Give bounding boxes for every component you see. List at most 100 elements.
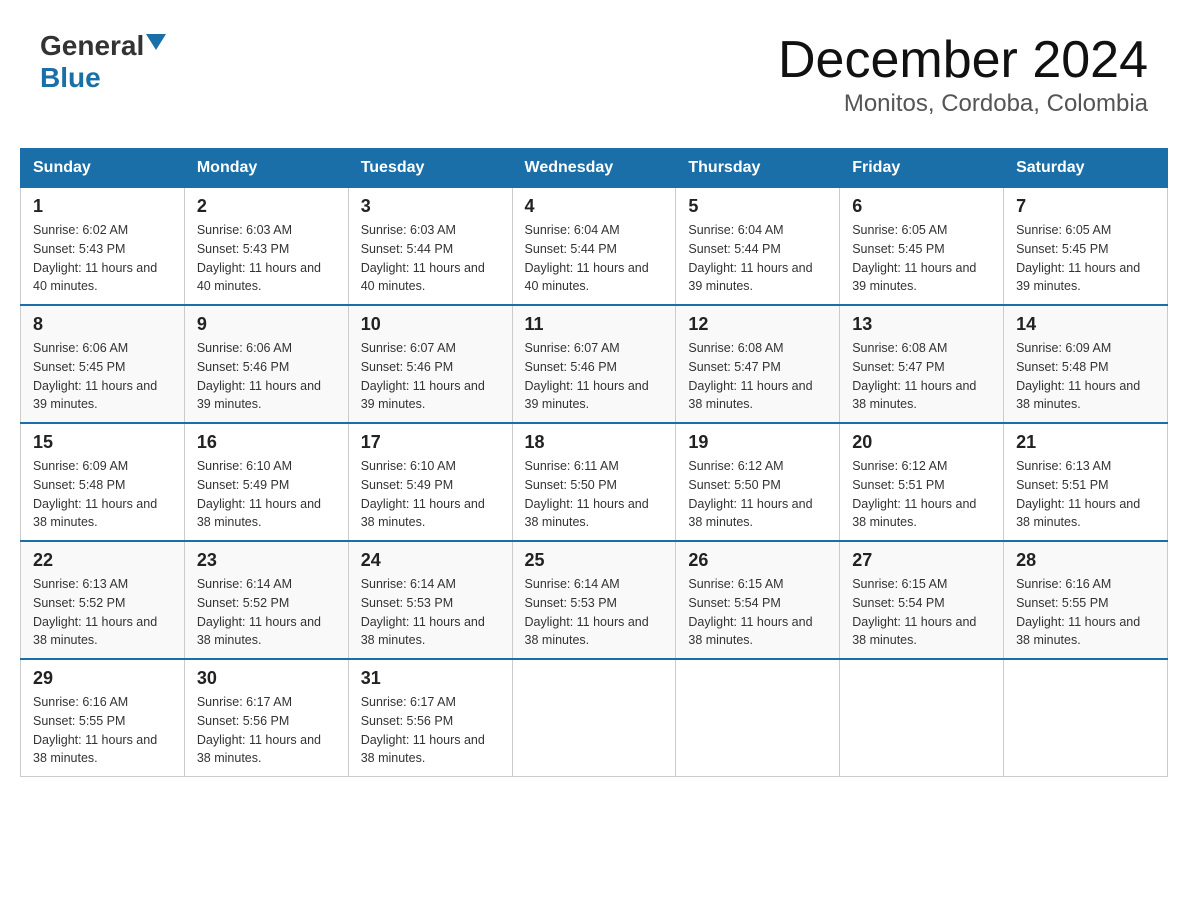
calendar-cell: 27 Sunrise: 6:15 AMSunset: 5:54 PMDayligh… (840, 541, 1004, 659)
day-number: 1 (33, 196, 172, 217)
day-info: Sunrise: 6:06 AMSunset: 5:45 PMDaylight:… (33, 339, 172, 414)
calendar-cell: 10 Sunrise: 6:07 AMSunset: 5:46 PMDayligh… (348, 305, 512, 423)
day-info: Sunrise: 6:02 AMSunset: 5:43 PMDaylight:… (33, 221, 172, 296)
col-header-saturday: Saturday (1004, 149, 1168, 188)
day-number: 30 (197, 668, 336, 689)
day-info: Sunrise: 6:05 AMSunset: 5:45 PMDaylight:… (1016, 221, 1155, 296)
calendar-cell: 2Sunrise: 6:03 AMSunset: 5:43 PMDaylight… (184, 188, 348, 306)
col-header-thursday: Thursday (676, 149, 840, 188)
day-info: Sunrise: 6:15 AMSunset: 5:54 PMDaylight:… (688, 575, 827, 650)
day-info: Sunrise: 6:14 AMSunset: 5:52 PMDaylight:… (197, 575, 336, 650)
day-number: 15 (33, 432, 172, 453)
calendar-cell: 14 Sunrise: 6:09 AMSunset: 5:48 PMDayligh… (1004, 305, 1168, 423)
calendar-cell: 9 Sunrise: 6:06 AMSunset: 5:46 PMDaylight… (184, 305, 348, 423)
calendar-cell: 13 Sunrise: 6:08 AMSunset: 5:47 PMDayligh… (840, 305, 1004, 423)
day-info: Sunrise: 6:03 AMSunset: 5:43 PMDaylight:… (197, 221, 336, 296)
title-block: December 2024 Monitos, Cordoba, Colombia (778, 30, 1148, 118)
day-info: Sunrise: 6:12 AMSunset: 5:50 PMDaylight:… (688, 457, 827, 532)
calendar-cell: 7 Sunrise: 6:05 AMSunset: 5:45 PMDaylight… (1004, 188, 1168, 306)
day-info: Sunrise: 6:10 AMSunset: 5:49 PMDaylight:… (197, 457, 336, 532)
calendar-cell (1004, 659, 1168, 777)
calendar-cell: 3Sunrise: 6:03 AMSunset: 5:44 PMDaylight… (348, 188, 512, 306)
day-info: Sunrise: 6:07 AMSunset: 5:46 PMDaylight:… (361, 339, 500, 414)
day-info: Sunrise: 6:04 AMSunset: 5:44 PMDaylight:… (525, 221, 664, 296)
day-info: Sunrise: 6:11 AMSunset: 5:50 PMDaylight:… (525, 457, 664, 532)
calendar-week-row: 8 Sunrise: 6:06 AMSunset: 5:45 PMDaylight… (21, 305, 1168, 423)
day-number: 6 (852, 196, 991, 217)
day-info: Sunrise: 6:15 AMSunset: 5:54 PMDaylight:… (852, 575, 991, 650)
day-info: Sunrise: 6:09 AMSunset: 5:48 PMDaylight:… (33, 457, 172, 532)
day-info: Sunrise: 6:13 AMSunset: 5:52 PMDaylight:… (33, 575, 172, 650)
calendar-cell: 19 Sunrise: 6:12 AMSunset: 5:50 PMDayligh… (676, 423, 840, 541)
logo: General Blue (40, 30, 166, 94)
day-info: Sunrise: 6:13 AMSunset: 5:51 PMDaylight:… (1016, 457, 1155, 532)
day-number: 5 (688, 196, 827, 217)
day-number: 14 (1016, 314, 1155, 335)
day-number: 17 (361, 432, 500, 453)
logo-general-text: General (40, 30, 144, 62)
day-number: 20 (852, 432, 991, 453)
col-header-tuesday: Tuesday (348, 149, 512, 188)
calendar-subtitle: Monitos, Cordoba, Colombia (778, 90, 1148, 118)
calendar-cell: 11 Sunrise: 6:07 AMSunset: 5:46 PMDayligh… (512, 305, 676, 423)
calendar-cell: 8 Sunrise: 6:06 AMSunset: 5:45 PMDaylight… (21, 305, 185, 423)
calendar-cell: 20Sunrise: 6:12 AMSunset: 5:51 PMDayligh… (840, 423, 1004, 541)
col-header-sunday: Sunday (21, 149, 185, 188)
day-number: 28 (1016, 550, 1155, 571)
calendar-cell: 26 Sunrise: 6:15 AMSunset: 5:54 PMDayligh… (676, 541, 840, 659)
calendar-table: SundayMondayTuesdayWednesdayThursdayFrid… (20, 148, 1168, 777)
calendar-cell: 5 Sunrise: 6:04 AMSunset: 5:44 PMDaylight… (676, 188, 840, 306)
calendar-cell (840, 659, 1004, 777)
day-number: 10 (361, 314, 500, 335)
day-number: 27 (852, 550, 991, 571)
calendar-week-row: 22 Sunrise: 6:13 AMSunset: 5:52 PMDayligh… (21, 541, 1168, 659)
day-info: Sunrise: 6:10 AMSunset: 5:49 PMDaylight:… (361, 457, 500, 532)
calendar-week-row: 1 Sunrise: 6:02 AMSunset: 5:43 PMDaylight… (21, 188, 1168, 306)
day-number: 16 (197, 432, 336, 453)
calendar-cell: 29Sunrise: 6:16 AMSunset: 5:55 PMDayligh… (21, 659, 185, 777)
day-info: Sunrise: 6:16 AMSunset: 5:55 PMDaylight:… (1016, 575, 1155, 650)
day-number: 13 (852, 314, 991, 335)
calendar-cell: 4 Sunrise: 6:04 AMSunset: 5:44 PMDaylight… (512, 188, 676, 306)
day-info: Sunrise: 6:08 AMSunset: 5:47 PMDaylight:… (688, 339, 827, 414)
day-number: 4 (525, 196, 664, 217)
calendar-cell: 17 Sunrise: 6:10 AMSunset: 5:49 PMDayligh… (348, 423, 512, 541)
day-info: Sunrise: 6:08 AMSunset: 5:47 PMDaylight:… (852, 339, 991, 414)
calendar-header-row: SundayMondayTuesdayWednesdayThursdayFrid… (21, 149, 1168, 188)
calendar-cell: 15 Sunrise: 6:09 AMSunset: 5:48 PMDayligh… (21, 423, 185, 541)
col-header-friday: Friday (840, 149, 1004, 188)
logo-blue-text: Blue (40, 62, 101, 94)
day-number: 23 (197, 550, 336, 571)
calendar-cell: 21Sunrise: 6:13 AMSunset: 5:51 PMDayligh… (1004, 423, 1168, 541)
calendar-cell: 1 Sunrise: 6:02 AMSunset: 5:43 PMDaylight… (21, 188, 185, 306)
day-info: Sunrise: 6:07 AMSunset: 5:46 PMDaylight:… (525, 339, 664, 414)
calendar-cell: 18 Sunrise: 6:11 AMSunset: 5:50 PMDayligh… (512, 423, 676, 541)
calendar-cell: 22 Sunrise: 6:13 AMSunset: 5:52 PMDayligh… (21, 541, 185, 659)
day-info: Sunrise: 6:06 AMSunset: 5:46 PMDaylight:… (197, 339, 336, 414)
day-number: 11 (525, 314, 664, 335)
day-number: 25 (525, 550, 664, 571)
day-number: 7 (1016, 196, 1155, 217)
day-number: 3 (361, 196, 500, 217)
calendar-cell (512, 659, 676, 777)
day-info: Sunrise: 6:14 AMSunset: 5:53 PMDaylight:… (525, 575, 664, 650)
calendar-cell: 23 Sunrise: 6:14 AMSunset: 5:52 PMDayligh… (184, 541, 348, 659)
calendar-title: December 2024 (778, 30, 1148, 90)
day-number: 29 (33, 668, 172, 689)
day-info: Sunrise: 6:05 AMSunset: 5:45 PMDaylight:… (852, 221, 991, 296)
day-number: 22 (33, 550, 172, 571)
day-number: 9 (197, 314, 336, 335)
day-info: Sunrise: 6:17 AMSunset: 5:56 PMDaylight:… (361, 693, 500, 768)
day-number: 31 (361, 668, 500, 689)
day-info: Sunrise: 6:09 AMSunset: 5:48 PMDaylight:… (1016, 339, 1155, 414)
day-number: 12 (688, 314, 827, 335)
day-info: Sunrise: 6:14 AMSunset: 5:53 PMDaylight:… (361, 575, 500, 650)
day-number: 19 (688, 432, 827, 453)
day-number: 8 (33, 314, 172, 335)
calendar-cell: 6 Sunrise: 6:05 AMSunset: 5:45 PMDaylight… (840, 188, 1004, 306)
calendar-cell: 30Sunrise: 6:17 AMSunset: 5:56 PMDayligh… (184, 659, 348, 777)
day-number: 18 (525, 432, 664, 453)
day-number: 26 (688, 550, 827, 571)
calendar-week-row: 29Sunrise: 6:16 AMSunset: 5:55 PMDayligh… (21, 659, 1168, 777)
day-info: Sunrise: 6:04 AMSunset: 5:44 PMDaylight:… (688, 221, 827, 296)
